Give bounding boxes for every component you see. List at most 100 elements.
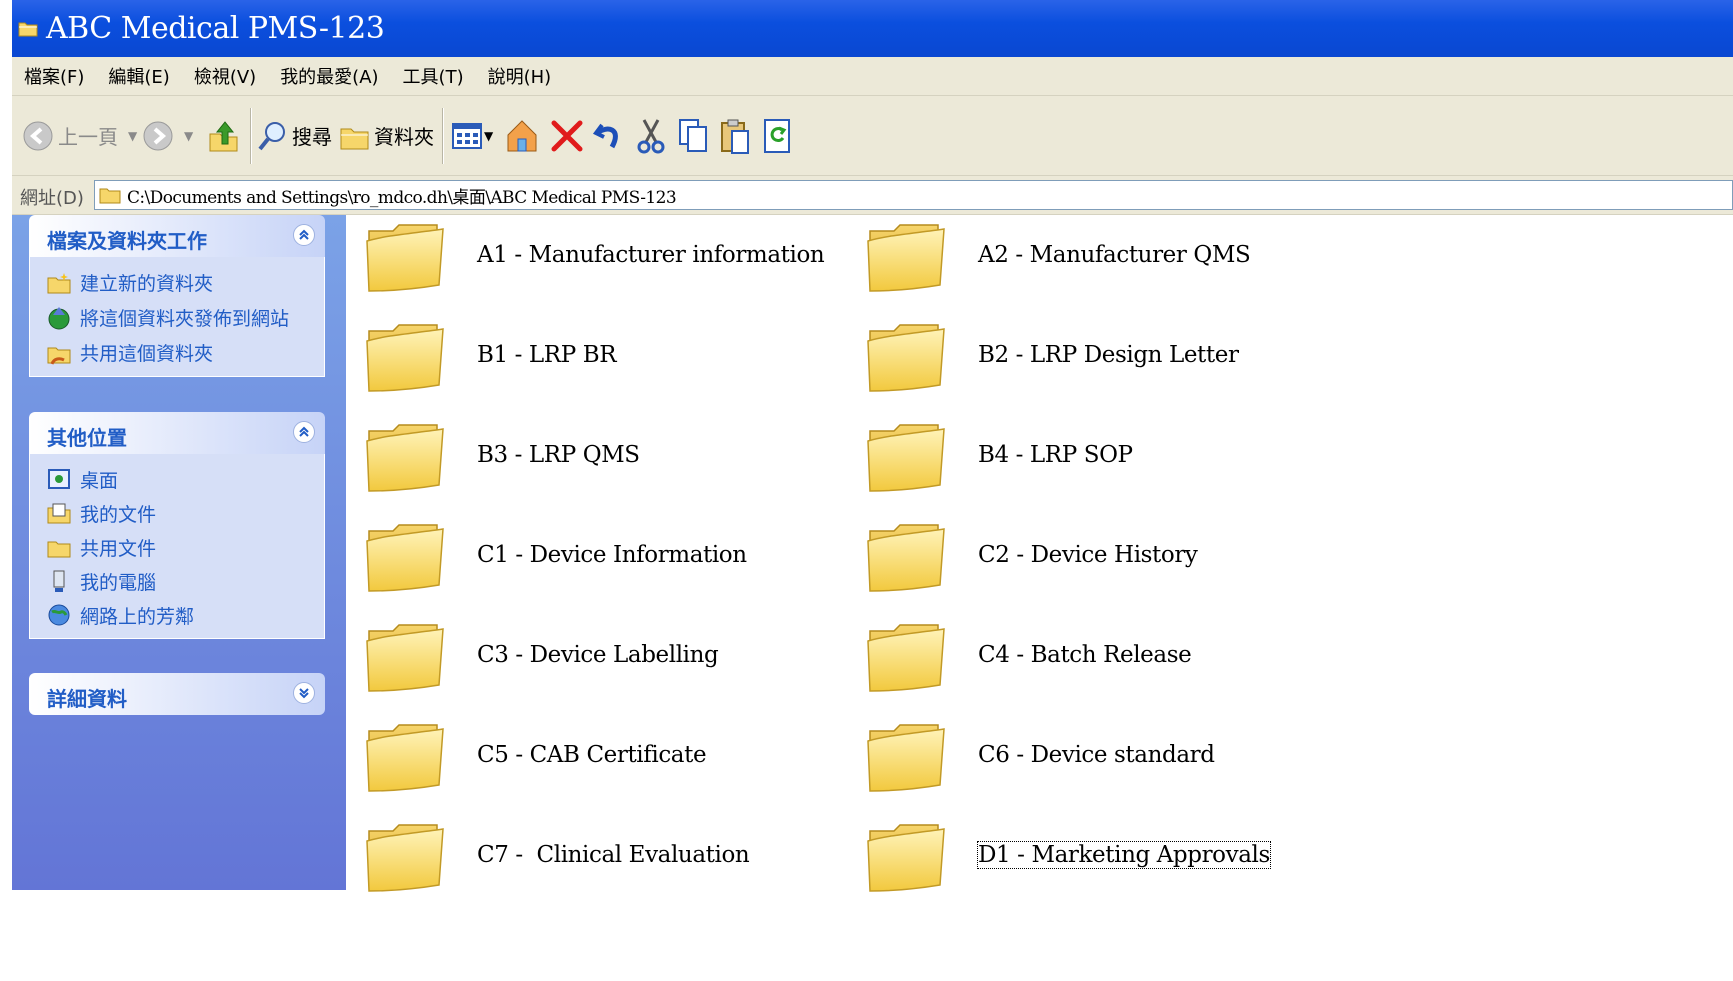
folder-item[interactable]: C7 - Clinical Evaluation [363,815,750,895]
copy-button[interactable] [676,96,710,175]
task-share-folder[interactable]: 共用這個資料夾 [46,335,324,370]
folder-name: A2 - Manufacturer QMS [978,242,1251,268]
address-field[interactable]: C:\Documents and Settings\ro_mdco.dh\桌面\… [94,180,1733,210]
folder-item[interactable]: A2 - Manufacturer QMS [864,215,1251,295]
copy-icon [679,118,707,152]
other-places-header[interactable]: 其他位置 [29,412,325,454]
place-my-documents[interactable]: 我的文件 [46,496,324,530]
home-button[interactable] [504,96,540,175]
shared-documents-icon [47,541,71,558]
undo-icon [592,123,618,148]
folder-item[interactable]: B4 - LRP SOP [864,415,1133,495]
folder-item[interactable]: C5 - CAB Certificate [363,715,707,795]
menu-favorites[interactable]: 我的最愛(A) [280,63,378,89]
menu-view[interactable]: 檢視(V) [194,63,256,89]
folder-icon [867,624,945,692]
views-button[interactable]: ▼ [450,96,493,175]
paste-icon [721,119,749,154]
up-button[interactable] [207,96,241,175]
folder-icon [366,424,444,492]
title-bar[interactable]: ABC Medical PMS-123 [12,0,1733,57]
desktop-icon [48,469,70,489]
menu-help[interactable]: 說明(H) [488,63,552,89]
new-folder-icon [47,272,71,293]
folder-icon [366,324,444,392]
file-tasks-body: 建立新的資料夾 將這個資料夾發佈到網站 共用這個資料夾 [29,257,325,377]
details-panel: 詳細資料 [29,673,325,715]
search-button[interactable]: 搜尋 [256,96,332,175]
folder-name: C5 - CAB Certificate [477,742,707,768]
folder-name: C3 - Device Labelling [477,642,719,668]
folder-name: B2 - LRP Design Letter [978,342,1239,368]
folder-name: A1 - Manufacturer information [477,242,825,268]
folder-icon [867,524,945,592]
details-header[interactable]: 詳細資料 [29,673,325,715]
share-folder-icon [47,347,71,365]
file-tasks-title: 檔案及資料夾工作 [47,229,207,253]
place-label: 網路上的芳鄰 [80,605,195,628]
network-places-icon [48,604,70,626]
delete-button[interactable] [550,96,584,175]
views-dropdown-icon[interactable]: ▼ [484,129,493,143]
forward-dropdown-icon[interactable]: ▼ [184,129,193,143]
forward-button[interactable]: ▼ [142,96,193,175]
folder-item[interactable]: B1 - LRP BR [363,315,617,395]
views-icon [452,122,482,149]
menu-bar: 檔案(F) 編輯(E) 檢視(V) 我的最愛(A) 工具(T) 說明(H) [12,57,1733,96]
cut-button[interactable] [636,96,666,175]
place-desktop[interactable]: 桌面 [46,462,324,496]
back-label: 上一頁 [58,125,118,149]
my-computer-icon [53,570,65,592]
address-label: 網址(D) [20,188,84,209]
folder-item[interactable]: B3 - LRP QMS [363,415,640,495]
folder-item[interactable]: C1 - Device Information [363,515,747,595]
folder-name: D1 - Marketing Approvals [977,841,1271,869]
folder-item[interactable]: B2 - LRP Design Letter [864,315,1239,395]
expand-icon[interactable] [293,682,315,704]
folder-view: A1 - Manufacturer information A2 - Manuf… [346,215,1733,981]
cut-icon [637,118,665,153]
place-label: 桌面 [80,469,119,492]
menu-edit[interactable]: 編輯(E) [108,63,169,89]
place-label: 我的電腦 [80,571,157,594]
back-arrow-icon [23,121,53,150]
folder-name: B1 - LRP BR [477,342,617,368]
back-dropdown-icon[interactable]: ▼ [128,129,137,143]
delete-icon [551,120,583,151]
folder-icon [867,724,945,792]
task-label: 建立新的資料夾 [80,273,214,295]
folder-icon [867,324,945,392]
folder-item[interactable]: C4 - Batch Release [864,615,1192,695]
back-button[interactable]: 上一頁 ▼ [22,96,137,175]
folder-name: C4 - Batch Release [978,642,1192,668]
other-places-panel: 其他位置 桌面 我的文件 共用文件 我的電腦 網路上的芳鄰 [29,412,325,639]
folder-item[interactable]: C3 - Device Labelling [363,615,719,695]
folder-name: C1 - Device Information [477,542,747,568]
folder-item[interactable]: C2 - Device History [864,515,1198,595]
place-label: 共用文件 [80,537,157,560]
paste-button[interactable] [718,96,752,175]
menu-file[interactable]: 檔案(F) [24,63,84,89]
folders-button[interactable]: 資料夾 [338,96,434,175]
place-my-computer[interactable]: 我的電腦 [46,564,324,598]
folder-item[interactable]: A1 - Manufacturer information [363,215,825,295]
place-network[interactable]: 網路上的芳鄰 [46,598,324,632]
task-publish-web[interactable]: 將這個資料夾發佈到網站 [46,300,324,335]
collapse-icon[interactable] [293,421,315,443]
search-icon [258,121,285,150]
task-label: 共用這個資料夾 [80,343,214,365]
refresh-button[interactable] [762,96,792,175]
other-places-title: 其他位置 [47,426,127,450]
search-label: 搜尋 [292,125,332,149]
place-shared-documents[interactable]: 共用文件 [46,530,324,564]
folder-icon [366,224,444,292]
file-tasks-header[interactable]: 檔案及資料夾工作 [29,215,325,257]
undo-button[interactable] [592,96,626,175]
folder-icon [867,424,945,492]
task-new-folder[interactable]: 建立新的資料夾 [46,265,324,300]
folder-icon [366,624,444,692]
folder-item-selected[interactable]: D1 - Marketing Approvals [864,815,1271,895]
folder-item[interactable]: C6 - Device standard [864,715,1215,795]
menu-tools[interactable]: 工具(T) [403,63,464,89]
collapse-icon[interactable] [293,224,315,246]
